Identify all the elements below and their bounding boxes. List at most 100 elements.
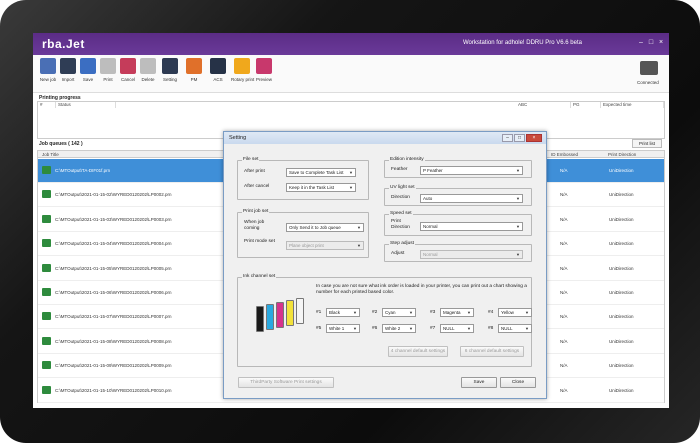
ink-channel-number: #4 [488,310,494,315]
print-direction-cell: UniDirection [609,314,634,320]
step-adjust-group: Step adjust Adjust Normal ▼ [384,241,532,262]
chevron-down-icon: ▼ [409,326,413,331]
file-icon [42,336,51,345]
dialog-save-button[interactable]: Save [461,377,497,388]
print-direction-cell: UniDirection [609,192,634,198]
acs-icon [210,58,226,74]
print-direction-cell: UniDirection [609,265,634,271]
progress-col-number: # [38,102,56,108]
print-direction-cell: UniDirection [609,338,634,344]
when-job-coming-select[interactable]: Only Send it to Job queue ▼ [286,223,364,232]
feather-select[interactable]: P Feather ▼ [420,166,523,175]
progress-col-abc: ABC [516,102,571,108]
file-icon [42,190,51,199]
save-icon [80,58,96,74]
chevron-down-icon: ▼ [357,225,361,230]
queue-col-id-embossed: ID Embossed [551,152,579,157]
chevron-down-icon: ▼ [516,224,520,229]
edition-intensity-group: Edition intensity Feather P Feather ▼ [384,157,532,178]
job-title-cell: C:\MTOutput\2021-01-15-03\WYRED0120202\L… [55,216,172,222]
print-direction-cell: UniDirection [609,387,634,393]
thirdparty-print-settings-button[interactable]: ThirdParty Software Print settings [238,377,334,388]
cartridge-black [256,306,264,332]
dialog-close-icon[interactable]: × [526,134,542,142]
id-embossed-cell: N/A [560,363,568,369]
after-print-select[interactable]: Save to Complete Task List ▼ [286,168,356,177]
id-embossed-cell: N/A [560,387,568,393]
cancel-button[interactable]: Cancel [117,58,139,82]
ink-channel-number: #6 [372,326,378,331]
job-title-cell: C:\MTOutput\2021-01-15-06\WYRED0120202\L… [55,290,172,295]
progress-col-pg: PG [571,102,601,108]
minimize-icon[interactable]: – [637,39,645,47]
ink-channel-select[interactable]: White 1 ▼ [326,324,360,333]
chevron-down-icon: ▼ [353,310,357,315]
rotary-print-button[interactable]: Rotary print [231,58,254,82]
ink-channel-select[interactable]: White 2 ▼ [382,324,416,333]
file-icon [42,263,51,272]
pm-icon [186,58,202,74]
print-job-set-group: Print job set When job coming Only Send … [237,209,369,258]
ink-channel-select[interactable]: Magenta ▼ [440,308,474,317]
chevron-down-icon: ▼ [409,310,413,315]
print-direction-select[interactable]: Normal ▼ [420,222,523,231]
print-direction-cell: UniDirection [609,241,634,247]
progress-col-expected-time: Expected time [601,102,664,108]
ink-channel-set-group: Ink channel set In case you are not sure… [237,274,532,367]
print-direction-label: Print Direction [391,219,410,230]
uv-direction-select[interactable]: Auto ▼ [420,194,523,203]
dialog-maximize-icon[interactable]: □ [514,134,525,142]
pm-button[interactable]: PM [183,58,205,82]
print-button[interactable]: Print [97,58,119,82]
id-embossed-cell: N/A [560,265,568,271]
ink-channel-number: #3 [430,310,436,315]
print-mode-select[interactable]: Plane object print ▼ [286,241,364,250]
dialog-close-button[interactable]: Close [500,377,536,388]
four-channel-default-button[interactable]: 4 channel default settings [388,346,448,357]
ink-channel-select[interactable]: Cyan ▼ [382,308,416,317]
job-title-cell: C:\MTOutput\2021-01-15-08\WYRED0120202\L… [55,338,172,344]
ink-channel-select[interactable]: NULL ▼ [440,324,474,333]
ink-channel-number: #7 [430,326,436,331]
setting-button[interactable]: Setting [159,58,181,82]
dialog-minimize-icon[interactable]: – [502,134,513,142]
after-cancel-select[interactable]: Keep it in the Task List ▼ [286,183,356,192]
toolbar: New job Import Save Print Cancel Delete … [33,55,669,93]
ink-hint-text: In case you are not sure what ink order … [316,284,527,295]
file-icon [42,361,51,370]
id-embossed-cell: N/A [560,314,568,320]
after-print-label: After print [244,169,265,174]
ink-channel-select[interactable]: NULL ▼ [498,324,532,333]
step-adjust-select[interactable]: Normal ▼ [420,250,523,259]
cartridge-white [296,298,304,324]
rotary-print-icon [234,58,250,74]
maximize-icon[interactable]: □ [647,39,655,47]
print-direction-cell: UniDirection [609,168,634,173]
acs-button[interactable]: ACS [207,58,229,82]
ink-channel-select[interactable]: Yellow ▼ [498,308,532,317]
setting-dialog: Setting – □ × File set After print Save … [223,131,547,399]
print-list-button[interactable]: Print list [632,139,662,148]
job-title-cell: C:\MTOutput\TA-DIF01f.prn [55,168,111,173]
ink-cartridges-image [250,296,308,336]
app-title: Workstation for adhole! DDRU Pro V6.6 be… [463,40,582,46]
connection-status: Connected [637,80,659,85]
delete-button[interactable]: Delete [137,58,159,82]
preview-button[interactable]: Preview [253,58,275,82]
file-icon [42,166,51,174]
delete-icon [140,58,156,74]
chevron-down-icon: ▼ [349,170,353,175]
six-channel-default-button[interactable]: 6 channel default settings [460,346,524,357]
file-icon [42,214,51,223]
import-button[interactable]: Import [57,58,79,82]
save-button[interactable]: Save [77,58,99,82]
job-title-cell: C:\MTOutput\2021-01-15-09\WYRED0120202\L… [55,363,172,369]
app-screen: rba.Jet Workstation for adhole! DDRU Pro… [33,33,669,408]
queue-title: Job queues ( 142 ) [39,141,83,147]
when-job-coming-label: When job coming [244,220,265,231]
printer-icon [640,61,658,75]
ink-channel-select[interactable]: Black ▼ [326,308,360,317]
new-job-button[interactable]: New job [37,58,59,82]
close-icon[interactable]: × [657,39,665,47]
step-adjust-label: Adjust [391,251,405,256]
